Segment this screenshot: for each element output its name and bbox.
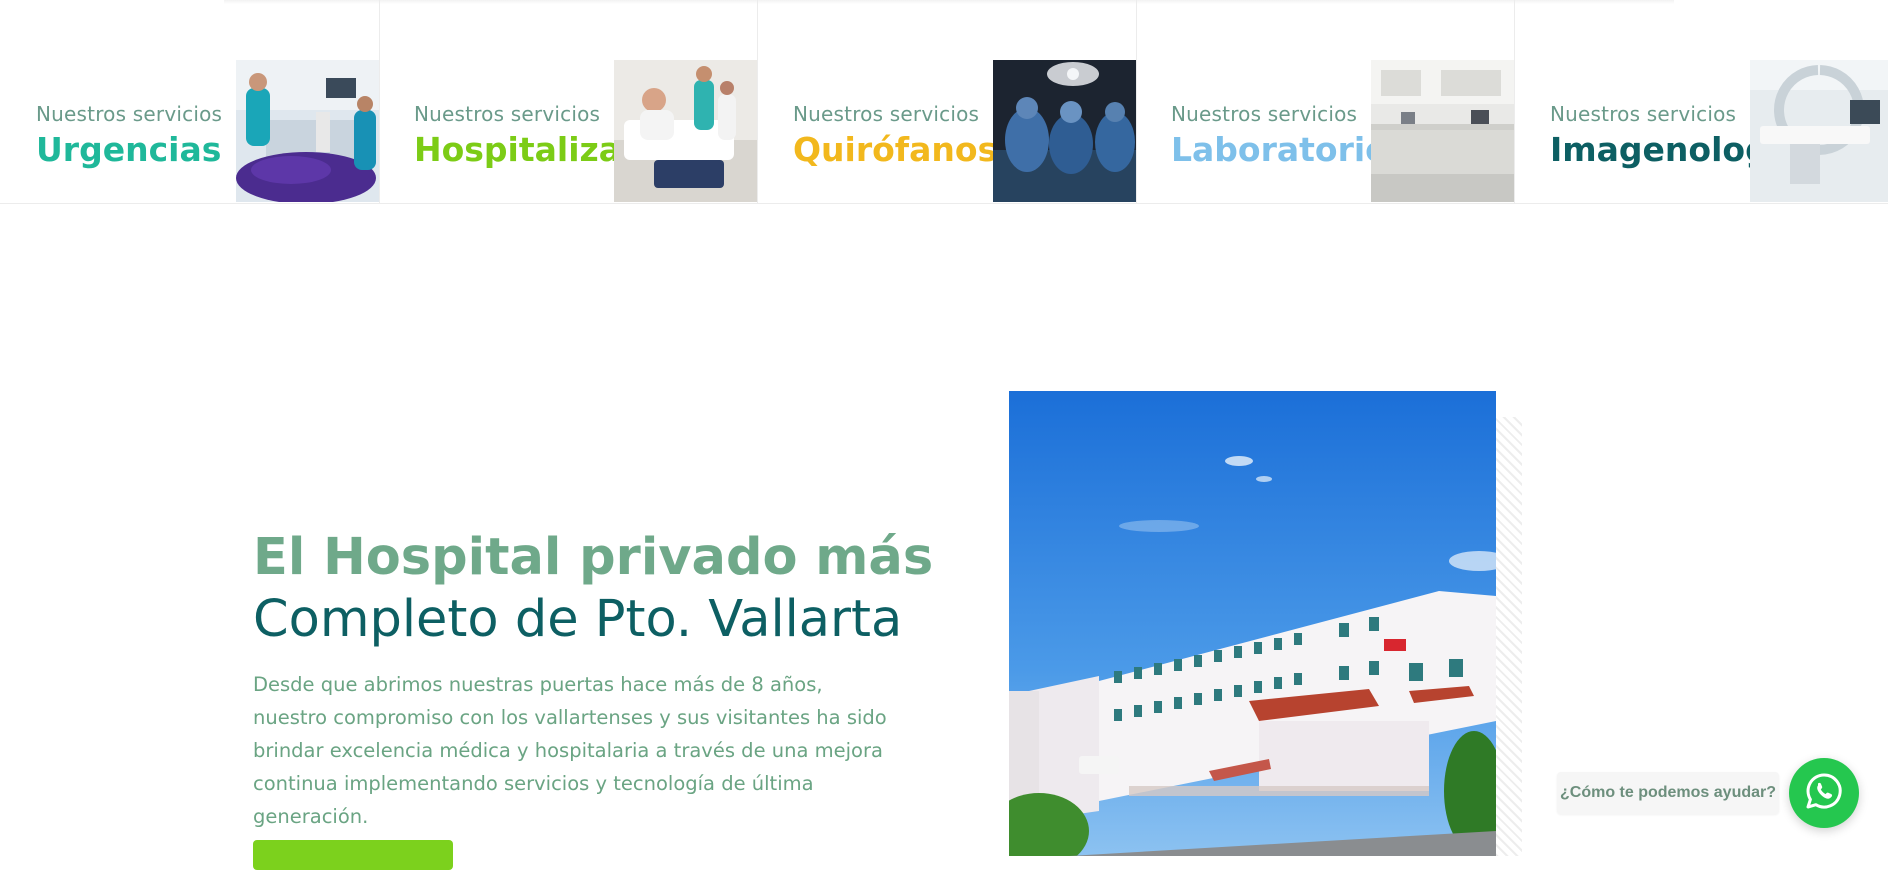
services-strip: Nuestros servicios Urgencias Nuestros se…: [0, 0, 1888, 204]
hero-description: Desde que abrimos nuestras puertas hace …: [253, 673, 887, 828]
service-kicker: Nuestros servicios: [793, 102, 980, 126]
whatsapp-button[interactable]: [1789, 758, 1859, 828]
service-name: Urgencias: [36, 130, 222, 169]
hero-cta-button[interactable]: [253, 840, 453, 870]
service-card-imagenologia[interactable]: Nuestros servicios Imagenología: [1514, 0, 1888, 203]
imaging-room-photo: [1750, 60, 1888, 202]
service-card-laboratorio[interactable]: Nuestros servicios Laboratorio: [1135, 0, 1515, 203]
service-name: Laboratorio: [1171, 130, 1388, 169]
service-kicker: Nuestros servicios: [36, 102, 223, 126]
operating-room-photo: [993, 60, 1136, 202]
service-text: Nuestros servicios Laboratorio: [1171, 100, 1388, 171]
laboratory-photo: [1371, 60, 1514, 202]
hero-title: El Hospital privado más Completo de Pto.…: [253, 528, 933, 652]
service-card-quirofanos[interactable]: Nuestros servicios Quirófanos: [757, 0, 1137, 203]
whatsapp-icon: [1805, 772, 1843, 814]
service-text: Nuestros servicios Urgencias: [36, 100, 222, 171]
hospital-building-photo: [1009, 391, 1496, 856]
decorative-hatch: [1496, 417, 1522, 856]
hero-title-bold: El Hospital privado más: [253, 528, 934, 587]
service-text: Nuestros servicios Quirófanos: [793, 100, 997, 171]
service-name: Quirófanos: [793, 130, 998, 169]
service-kicker: Nuestros servicios: [1171, 102, 1358, 126]
emergency-room-photo: [236, 60, 379, 202]
hospital-room-photo: [614, 60, 757, 202]
whatsapp-help-label[interactable]: ¿Cómo te podemos ayudar?: [1557, 772, 1779, 814]
service-card-urgencias[interactable]: Nuestros servicios Urgencias: [0, 0, 380, 203]
hero-title-light: Completo de Pto. Vallarta: [253, 590, 903, 649]
service-card-hospitalizacion[interactable]: Nuestros servicios Hospitalización: [378, 0, 758, 203]
